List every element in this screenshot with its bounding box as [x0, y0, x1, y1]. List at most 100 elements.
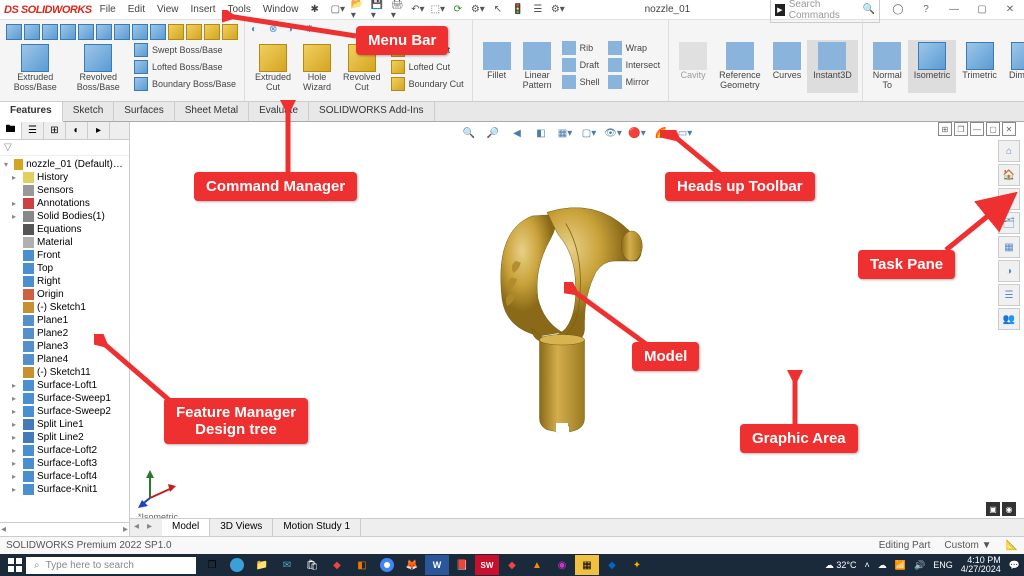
rib-button[interactable]: Rib	[558, 40, 604, 56]
tree-item[interactable]: Origin	[2, 288, 127, 301]
mirror-button[interactable]: Mirror	[604, 74, 665, 90]
hide-show-icon[interactable]: 👁▾	[604, 124, 622, 142]
traffic-icon[interactable]: 🚦	[511, 3, 525, 17]
tp-explorer-icon[interactable]: 🗂	[998, 212, 1020, 234]
options-icon[interactable]: ⚙▾	[471, 3, 485, 17]
menu-view[interactable]: View	[157, 4, 179, 15]
arrow-icon[interactable]: ↖	[491, 3, 505, 17]
tp-resources-icon[interactable]: ⌂	[998, 140, 1020, 162]
props-tab-icon[interactable]: ⊞	[44, 122, 66, 139]
tree-item[interactable]: ▸Surface-Sweep2	[2, 405, 127, 418]
tb-explorer-icon[interactable]: 📁	[250, 555, 274, 575]
menu-expand-icon[interactable]: ✱	[310, 4, 318, 15]
status-unit-icon[interactable]: 📐	[1006, 540, 1018, 551]
config-tab-icon[interactable]: ☰	[22, 122, 44, 139]
tp-library-icon[interactable]: 📁	[998, 188, 1020, 210]
tree-item[interactable]: Equations	[2, 223, 127, 236]
extra-tab-icon[interactable]: ▸	[88, 122, 110, 139]
menu-file[interactable]: File	[100, 4, 116, 15]
prev-view-icon[interactable]: ◀	[508, 124, 526, 142]
zoom-area-icon[interactable]: 🔎	[484, 124, 502, 142]
tp-home-icon[interactable]: 🏠	[998, 164, 1020, 186]
wrap-button[interactable]: Wrap	[604, 40, 665, 56]
tb-mail-icon[interactable]: ✉	[275, 555, 299, 575]
minimize-icon[interactable]: —	[944, 4, 964, 15]
tray-wifi-icon[interactable]: 📶	[895, 560, 906, 571]
restore-icon[interactable]: ▢	[972, 4, 992, 15]
doc-tile-icon[interactable]: ⊞	[938, 122, 952, 136]
tb-task-view-icon[interactable]: ❐	[200, 555, 224, 575]
cube-icon[interactable]	[132, 24, 148, 40]
tray-lang[interactable]: ENG	[933, 560, 953, 570]
print-icon[interactable]: 🖨▾	[391, 3, 405, 17]
ref-geometry-button[interactable]: Reference Geometry	[713, 40, 767, 93]
scene-icon[interactable]: 🌈	[652, 124, 670, 142]
cube-icon[interactable]	[114, 24, 130, 40]
user-icon[interactable]: ◯	[888, 4, 908, 15]
cube-icon[interactable]	[24, 24, 40, 40]
tb-office-icon[interactable]: ◧	[350, 555, 374, 575]
doc-max-icon[interactable]: ▢	[986, 122, 1000, 136]
menu-edit[interactable]: Edit	[128, 4, 145, 15]
cube-icon[interactable]	[150, 24, 166, 40]
tp-appearances-icon[interactable]: ◑	[998, 260, 1020, 282]
tree-item[interactable]: ▸Split Line1	[2, 418, 127, 431]
tb-store-icon[interactable]: 🛍	[300, 555, 324, 575]
start-button[interactable]	[4, 554, 26, 576]
tray-sound-icon[interactable]: 🔊	[914, 560, 925, 571]
view-settings-icon[interactable]: ▭▾	[676, 124, 694, 142]
tree-item[interactable]: ▸History	[2, 171, 127, 184]
tray-notif-icon[interactable]: 💬	[1009, 560, 1020, 571]
normal-to-button[interactable]: Normal To	[867, 40, 908, 93]
appearance-icon[interactable]: 🔴▾	[628, 124, 646, 142]
cube-icon[interactable]	[204, 24, 220, 40]
hole-wizard-button[interactable]: Hole Wizard	[297, 42, 337, 95]
cube-icon[interactable]	[60, 24, 76, 40]
tree-item[interactable]: (-) Sketch1	[2, 301, 127, 314]
cavity-button[interactable]: Cavity	[673, 40, 713, 93]
cube-icon[interactable]	[168, 24, 184, 40]
boundary-boss-button[interactable]: Boundary Boss/Base	[130, 76, 240, 92]
tp-forum-icon[interactable]: 👥	[998, 308, 1020, 330]
lofted-cut-button[interactable]: Lofted Cut	[387, 59, 468, 75]
tree-item[interactable]: ▸Surface-Loft3	[2, 457, 127, 470]
open-icon[interactable]: 📂▾	[351, 3, 365, 17]
menu-insert[interactable]: Insert	[190, 4, 215, 15]
tp-view-palette-icon[interactable]: ▦	[998, 236, 1020, 258]
cube-icon[interactable]	[42, 24, 58, 40]
view-orient-icon[interactable]: ▦▾	[556, 124, 574, 142]
tab-features[interactable]: Features	[0, 102, 63, 122]
tb-chrome-icon[interactable]	[375, 555, 399, 575]
tree-item[interactable]: ▸Surface-Sweep1	[2, 392, 127, 405]
zoom-fit-icon[interactable]: 🔍	[460, 124, 478, 142]
rebuild-icon[interactable]: ⟳	[451, 3, 465, 17]
cube-icon[interactable]	[96, 24, 112, 40]
select-icon[interactable]: ⬚▾	[431, 3, 445, 17]
tree-item[interactable]: ▸Solid Bodies(1)	[2, 210, 127, 223]
tb-pdf-icon[interactable]: 📕	[450, 555, 474, 575]
tree-item[interactable]: Front	[2, 249, 127, 262]
tab-surfaces[interactable]: Surfaces	[114, 102, 174, 121]
menu-window[interactable]: Window	[263, 4, 299, 15]
swept-boss-button[interactable]: Swept Boss/Base	[130, 42, 240, 58]
menu-tools[interactable]: Tools	[228, 4, 251, 15]
tab-model[interactable]: Model	[162, 519, 210, 536]
intersect-button[interactable]: Intersect	[604, 57, 665, 73]
tray-cloud-icon[interactable]: ☁	[878, 560, 887, 571]
tab-motion-study[interactable]: Motion Study 1	[273, 519, 361, 536]
tree-item[interactable]: Plane1	[2, 314, 127, 327]
display-style-icon[interactable]: ▢▾	[580, 124, 598, 142]
cube-icon[interactable]	[78, 24, 94, 40]
tb-app1-icon[interactable]: ◆	[325, 555, 349, 575]
revolved-boss-button[interactable]: Revolved Boss/Base	[67, 42, 130, 95]
boundary-cut-button[interactable]: Boundary Cut	[387, 76, 468, 92]
br-1-icon[interactable]: ▣	[986, 502, 1000, 516]
cube-icon[interactable]	[6, 24, 22, 40]
tray-up-icon[interactable]: ˄	[865, 560, 870, 570]
cube-icon[interactable]	[222, 24, 238, 40]
tree-item[interactable]: ▸Surface-Loft1	[2, 379, 127, 392]
fm-tree-tab-icon[interactable]: 🖿	[0, 122, 22, 139]
filter-bar[interactable]: ▽	[0, 140, 129, 156]
tb-app4-icon[interactable]: ◆	[600, 555, 624, 575]
tb-app3-icon[interactable]: ▦	[575, 555, 599, 575]
